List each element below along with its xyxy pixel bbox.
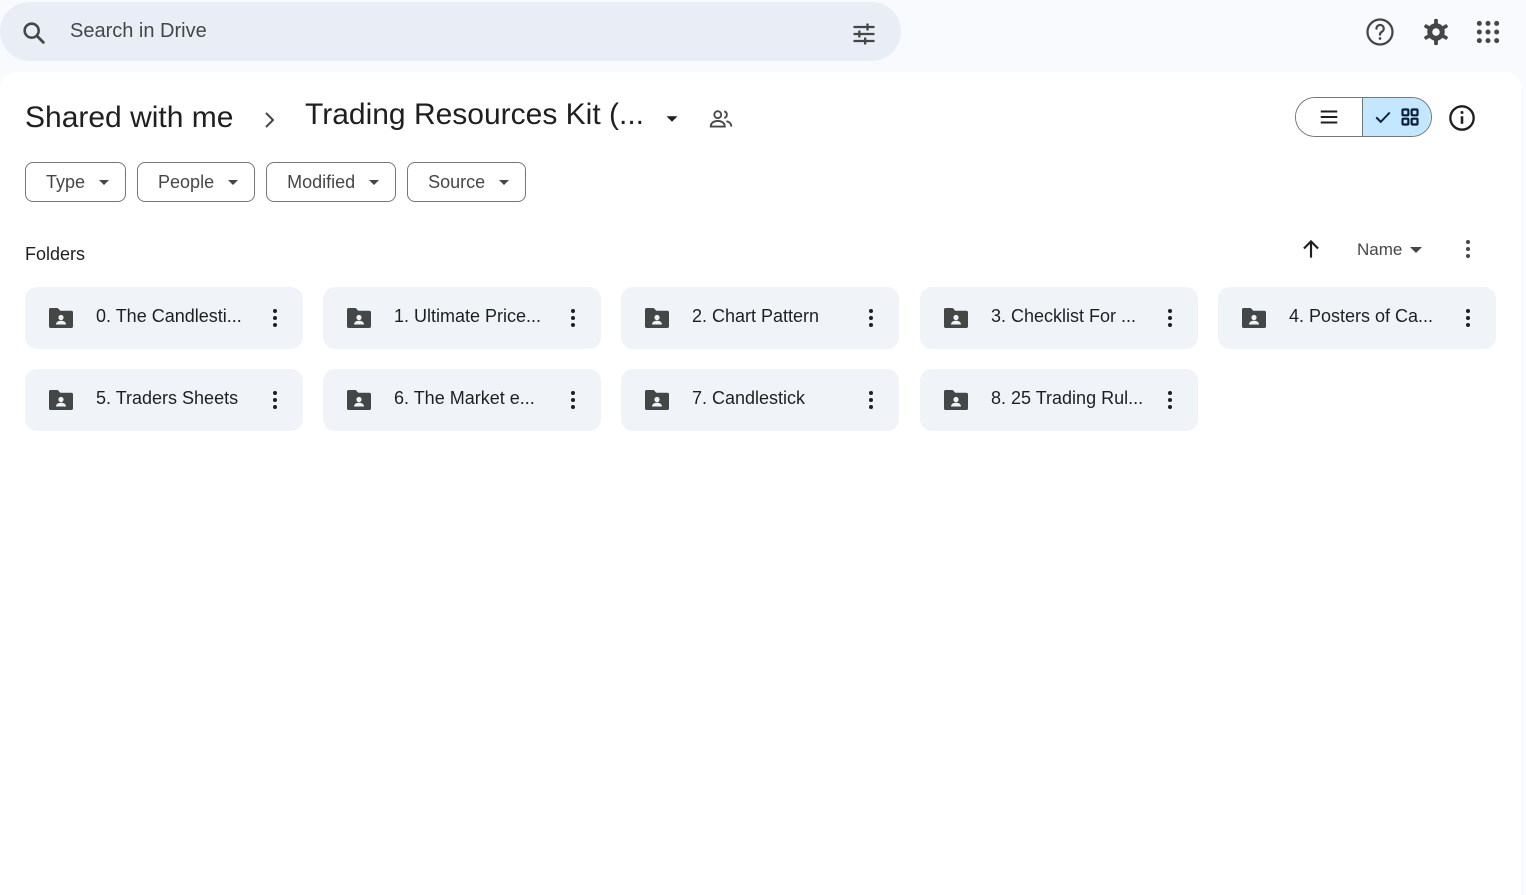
chevron-down-icon[interactable] <box>661 108 683 130</box>
folder-card[interactable]: 4. Posters of Ca... <box>1218 287 1496 349</box>
folder-name: 1. Ultimate Price... <box>394 306 542 326</box>
filter-people[interactable]: People <box>137 162 256 202</box>
folder-card[interactable]: 1. Ultimate Price... <box>323 287 601 349</box>
folder-name: 8. 25 Trading Rul... <box>991 388 1144 408</box>
folder-name: 2. Chart Pattern <box>692 306 820 326</box>
filter-type[interactable]: Type <box>25 162 127 202</box>
breadcrumb: Shared with me Trading Resources Kit (..… <box>25 98 733 138</box>
info-icon[interactable] <box>1448 104 1476 132</box>
shared-folder-icon <box>49 308 73 328</box>
caret-down-icon <box>369 179 380 185</box>
help-icon[interactable] <box>1364 16 1396 48</box>
grid-icon <box>1401 108 1419 126</box>
list-view-button[interactable] <box>1296 98 1363 136</box>
list-icon <box>1320 110 1338 124</box>
more-vert-icon[interactable] <box>561 388 585 412</box>
filter-type-label: Type <box>46 171 86 192</box>
shared-folder-icon <box>944 308 968 328</box>
shared-folder-icon <box>645 308 669 328</box>
folder-name: 5. Traders Sheets <box>96 388 239 408</box>
more-vert-icon[interactable] <box>1158 388 1182 412</box>
caret-down-icon <box>1410 247 1423 253</box>
more-vert-icon[interactable] <box>1456 306 1480 330</box>
shared-folder-icon <box>347 308 371 328</box>
filter-source[interactable]: Source <box>407 162 527 202</box>
folder-name: 4. Posters of Ca... <box>1289 306 1434 326</box>
folder-name: 0. The Candlesti... <box>96 306 242 326</box>
folder-card[interactable]: 2. Chart Pattern <box>621 287 899 349</box>
folder-name: 6. The Market e... <box>394 388 535 408</box>
folder-card[interactable]: 8. 25 Trading Rul... <box>920 369 1198 431</box>
breadcrumb-current[interactable]: Trading Resources Kit (... <box>305 98 644 132</box>
caret-down-icon <box>99 179 110 185</box>
folder-name: 3. Checklist For ... <box>991 306 1137 326</box>
grid-view-button[interactable] <box>1362 98 1431 136</box>
search-bar[interactable]: Search in Drive <box>0 2 901 61</box>
check-icon <box>1375 111 1391 124</box>
sort-field-button[interactable]: Name <box>1357 240 1423 260</box>
folder-card[interactable]: 5. Traders Sheets <box>25 369 303 431</box>
caret-down-icon <box>228 179 239 185</box>
shared-folder-icon <box>645 390 669 410</box>
search-icon[interactable] <box>20 19 48 47</box>
breadcrumb-root[interactable]: Shared with me <box>25 101 233 135</box>
folder-card[interactable]: 0. The Candlesti... <box>25 287 303 349</box>
shared-folder-icon <box>49 390 73 410</box>
shared-folder-icon <box>1242 308 1266 328</box>
more-vert-icon[interactable] <box>1456 237 1480 261</box>
chevron-right-icon <box>265 112 275 128</box>
shared-folder-icon <box>347 390 371 410</box>
apps-grid-icon[interactable] <box>1472 16 1504 48</box>
shared-folder-icon <box>944 390 968 410</box>
top-bar: Search in Drive <box>0 0 1526 66</box>
sort-field-label: Name <box>1357 240 1403 259</box>
caret-down-icon <box>499 179 510 185</box>
filter-chips: Type People Modified Source <box>25 162 527 202</box>
filter-source-label: Source <box>428 171 486 192</box>
folder-card[interactable]: 3. Checklist For ... <box>920 287 1198 349</box>
more-vert-icon[interactable] <box>561 306 585 330</box>
filter-people-label: People <box>158 171 215 192</box>
main-panel: Shared with me Trading Resources Kit (..… <box>0 72 1521 895</box>
search-input[interactable]: Search in Drive <box>70 20 207 43</box>
more-vert-icon[interactable] <box>263 388 287 412</box>
filter-modified[interactable]: Modified <box>266 162 397 202</box>
more-vert-icon[interactable] <box>1158 306 1182 330</box>
sort-direction-arrow-up-icon[interactable] <box>1298 236 1324 262</box>
more-vert-icon[interactable] <box>263 306 287 330</box>
tune-icon[interactable] <box>850 20 878 48</box>
folder-card[interactable]: 7. Candlestick <box>621 369 899 431</box>
section-title: Folders <box>25 244 86 264</box>
view-toggle <box>1295 97 1432 137</box>
filter-modified-label: Modified <box>287 171 356 192</box>
folder-name: 7. Candlestick <box>692 388 806 408</box>
more-vert-icon[interactable] <box>859 306 883 330</box>
more-vert-icon[interactable] <box>859 388 883 412</box>
gear-icon[interactable] <box>1420 16 1452 48</box>
shared-people-icon <box>709 110 733 128</box>
folder-card[interactable]: 6. The Market e... <box>323 369 601 431</box>
